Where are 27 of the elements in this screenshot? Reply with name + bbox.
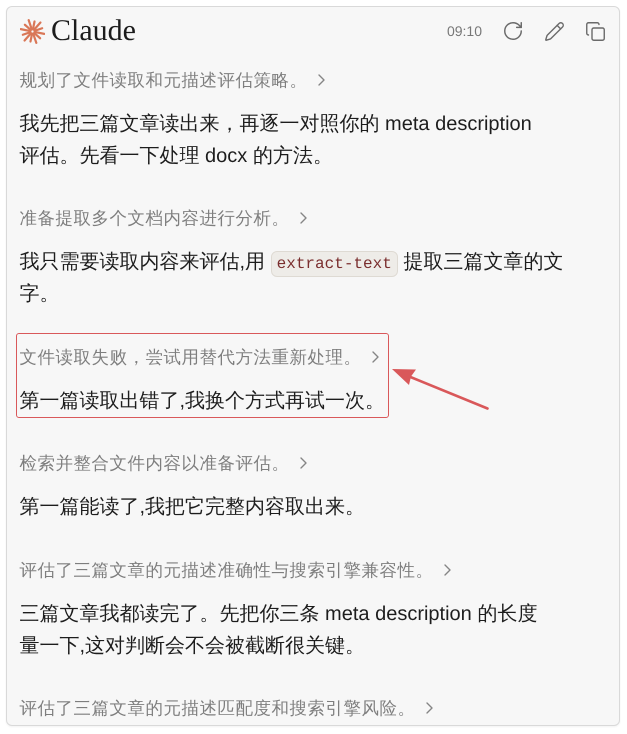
summary-toggle[interactable]: 规划了文件读取和元描述评估策略。	[20, 68, 324, 92]
chevron-right-icon	[444, 564, 450, 576]
refresh-icon	[502, 20, 524, 42]
inline-code: extract-text	[270, 251, 398, 277]
starburst-logo-icon	[20, 18, 45, 44]
summary-toggle[interactable]: 评估了三篇文章的元描述准确性与搜索引擎兼容性。	[20, 558, 450, 582]
chevron-right-icon	[300, 212, 306, 224]
copy-button[interactable]	[584, 20, 606, 42]
chevron-right-icon	[318, 74, 324, 86]
reply-text: 第一篇能读了,我把它完整内容取出来。	[20, 495, 366, 520]
message-time: 09:10	[446, 23, 482, 39]
chevron-right-icon	[300, 457, 306, 469]
reply-text: 第一篇读取出错了,我换个方式再试一次。	[20, 388, 386, 414]
reply-text: 我先把三篇文章读出来，再逐一对照你的 meta description 评估。先看一下处理 docx 的方法。	[20, 112, 532, 168]
summary-toggle[interactable]: 准备提取多个文档内容进行分析。	[20, 206, 306, 230]
pencil-icon	[544, 20, 564, 42]
summary-toggle[interactable]: 评估了三篇文章的元描述匹配度和搜索引擎风险。	[20, 696, 432, 720]
summary-toggle[interactable]: 检索并整合文件内容以准备评估。	[20, 451, 306, 475]
reply-text: 我只需要读取内容来评估,用 extract-text 提取三篇文章的文 字。	[20, 250, 564, 307]
reply-text: 三篇文章我都读完了。先把你三条 meta description 的长度 量一下,这对判断会不会被截断很关键。	[20, 602, 538, 658]
chevron-right-icon	[372, 350, 378, 362]
copy-icon	[584, 20, 606, 42]
chevron-right-icon	[426, 702, 432, 714]
summary-toggle[interactable]: 文件读取失败，尝试用替代方法重新处理。	[20, 344, 378, 368]
brand-name: Claude	[51, 14, 136, 48]
edit-button[interactable]	[543, 20, 565, 42]
retry-button[interactable]	[502, 20, 524, 42]
